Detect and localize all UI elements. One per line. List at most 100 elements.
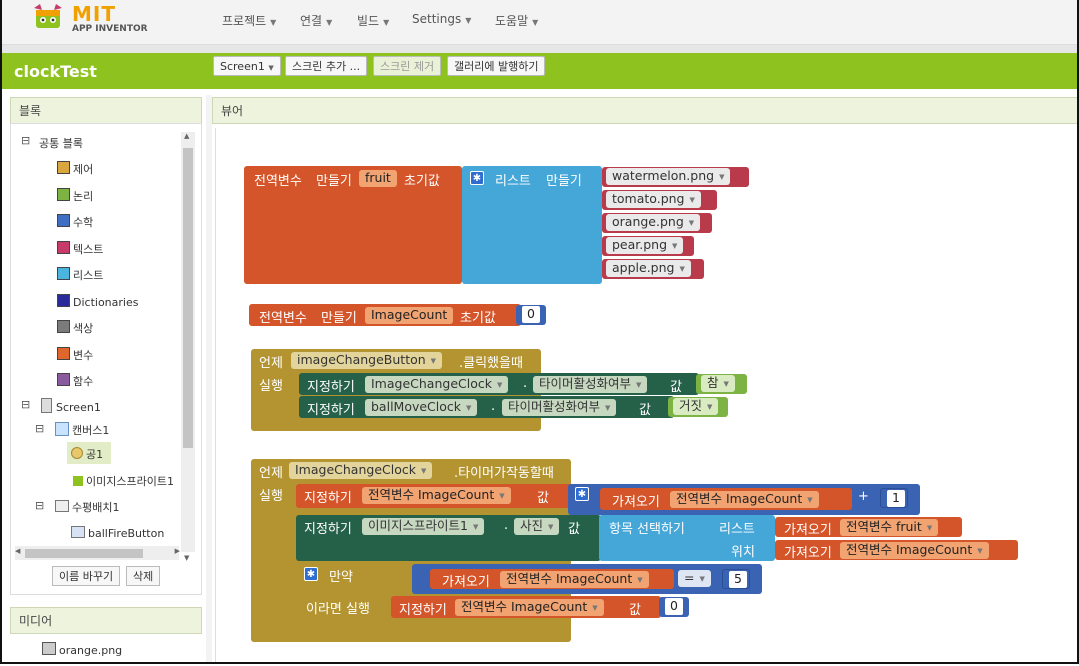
component-select[interactable]: imageChangeButton ▼ [291,352,443,369]
do-label: 실행 [259,489,283,504]
number-value[interactable]: 0 [522,306,540,323]
scroll-down-icon[interactable]: ▼ [184,554,189,562]
text-value[interactable]: orange.png ▼ [606,214,701,231]
tree-item-imagesprite1[interactable]: 이미지스프라이트1 [73,473,174,489]
number-block[interactable]: 0 [659,597,689,617]
number-block[interactable]: 1 [880,488,908,508]
boolean-select[interactable]: 거짓 ▼ [673,398,719,415]
var-name-field[interactable]: ImageCount [365,307,454,324]
collapse-icon[interactable]: ⊟ [21,134,30,147]
get-global-block[interactable]: 가져오기 전역변수 fruit ▼ [775,517,962,538]
menu-connect[interactable]: 연결 ▼ [300,12,332,29]
delete-button[interactable]: 삭제 [126,566,161,586]
var-select[interactable]: 전역변수 ImageCount ▼ [670,491,819,508]
var-select[interactable]: 전역변수 ImageCount ▼ [362,487,511,504]
text-value[interactable]: watermelon.png ▼ [606,168,731,185]
text-block[interactable]: apple.png ▼ [602,259,704,279]
media-item[interactable]: orange.png [42,642,122,657]
text-block[interactable]: tomato.png ▼ [602,190,717,210]
category-item[interactable]: 함수 [57,373,93,389]
get-global-block[interactable]: 가져오기 전역변수 ImageCount ▼ [430,569,674,590]
publish-gallery-button[interactable]: 갤러리에 발행하기 [447,56,546,76]
menu-help[interactable]: 도움말 ▼ [495,12,538,29]
tree-item-ball1[interactable]: 공1 [71,446,103,462]
property-select[interactable]: 타이머활성화여부 ▼ [502,399,617,416]
collapse-icon[interactable]: ⊟ [35,499,44,512]
category-item[interactable]: 수학 [57,214,93,230]
set-sprite-picture-block[interactable]: 지정하기 이미지스프라이트1 ▼ . 사진 ▼ 값 [296,515,601,561]
text-value[interactable]: apple.png ▼ [606,260,691,277]
scrollbar-thumb[interactable] [183,148,193,448]
select-list-item-block[interactable]: 항목 선택하기 리스트 위치 [599,515,775,561]
gear-icon[interactable]: ✱ [470,171,484,185]
tree-item-canvas1[interactable]: 캔버스1 [55,422,109,438]
number-value[interactable]: 0 [665,598,683,615]
category-item[interactable]: 논리 [57,187,93,204]
scroll-up-icon[interactable]: ▲ [184,132,189,140]
component-select[interactable]: ImageChangeClock ▼ [289,462,433,479]
gear-icon[interactable]: ✱ [575,487,589,501]
property-select[interactable]: 타이머활성화여부 ▼ [533,376,648,393]
boolean-select[interactable]: 참 ▼ [701,375,735,392]
make-list-block[interactable]: ✱ 리스트 만들기 [462,166,602,284]
add-screen-button[interactable]: 스크린 추가 ... [285,56,368,76]
number-block[interactable]: 5 [722,569,750,589]
horizontal-scrollbar[interactable]: ◀ ▶ [15,546,180,560]
component-select[interactable]: 이미지스프라이트1 ▼ [362,518,485,535]
category-item[interactable]: 텍스트 [57,240,103,257]
menu-project[interactable]: 프로젝트 ▼ [222,12,276,29]
text-value[interactable]: tomato.png ▼ [606,191,701,208]
tree-item-screen1[interactable]: Screen1 [41,398,101,414]
set-global-block[interactable]: 지정하기 전역변수 ImageCount ▼ 값 [296,484,574,508]
var-name-field[interactable]: fruit [359,170,397,187]
false-block[interactable]: 거짓 ▼ [668,397,728,417]
menu-build[interactable]: 빌드 ▼ [357,12,389,29]
number-value[interactable]: 5 [729,571,747,588]
blocks-workspace[interactable]: 전역변수 만들기 fruit 초기값 ✱ 리스트 만들기 watermelon.… [215,128,1077,662]
true-block[interactable]: 참 ▼ [696,374,747,394]
tree-item-horizontal1[interactable]: 수평배치1 [55,499,119,515]
text-block[interactable]: pear.png ▼ [602,236,694,256]
select-label: 항목 선택하기 [609,522,685,537]
set-global-block[interactable]: 지정하기 전역변수 ImageCount ▼ 값 [391,596,661,618]
var-select[interactable]: 전역변수 ImageCount ▼ [455,599,604,616]
text-value[interactable]: pear.png ▼ [606,237,684,254]
vertical-scrollbar[interactable]: ▲ ▼ [181,132,195,562]
category-item[interactable]: 색상 [57,320,93,336]
scroll-right-icon[interactable]: ▶ [175,547,180,555]
component-select[interactable]: ballMoveClock ▼ [365,399,478,416]
component-select[interactable]: ImageChangeClock ▼ [365,376,509,393]
app-inventor-logo[interactable]: MIT APP INVENTOR [32,2,162,40]
category-item[interactable]: 제어 [57,161,93,177]
screen-select[interactable]: Screen1 ▼ [213,56,281,76]
remove-screen-button[interactable]: 스크린 제거 [373,56,442,76]
number-value[interactable]: 1 [887,490,905,507]
global-var-imagecount-block[interactable]: 전역변수 만들기 ImageCount 초기값 [249,304,521,326]
var-select[interactable]: 전역변수 ImageCount ▼ [840,542,989,559]
tree-item-ballfirebutton[interactable]: ballFireButton [71,526,164,540]
set-timer-enabled-block[interactable]: 지정하기 ImageChangeClock ▼ . 타이머활성화여부 ▼ 값 [299,373,699,395]
operator-select[interactable]: = ▼ [678,570,711,587]
set-timer-enabled-block[interactable]: 지정하기 ballMoveClock ▼ . 타이머활성화여부 ▼ 값 [299,396,674,418]
text-block[interactable]: watermelon.png ▼ [602,167,749,187]
get-global-block[interactable]: 가져오기 전역변수 ImageCount ▼ [775,540,1018,561]
rename-button[interactable]: 이름 바꾸기 [52,566,121,586]
category-item[interactable]: Dictionaries [57,293,138,309]
property-select[interactable]: 사진 ▼ [514,518,560,535]
category-item[interactable]: 변수 [57,346,93,363]
category-item[interactable]: 리스트 [57,267,103,283]
menu-settings[interactable]: Settings ▼ [412,12,471,26]
get-global-block[interactable]: 가져오기 전역변수 ImageCount ▼ [600,488,852,510]
text-block[interactable]: orange.png ▼ [602,213,712,233]
global-var-fruit-block[interactable]: 전역변수 만들기 fruit 초기값 [244,166,462,284]
gear-icon[interactable]: ✱ [304,567,318,581]
scrollbar-thumb[interactable] [25,549,143,558]
var-select[interactable]: 전역변수 fruit ▼ [840,519,939,536]
builtin-blocks-label[interactable]: 공통 블록 [39,135,83,151]
chevron-down-icon: ▼ [926,524,933,532]
scroll-left-icon[interactable]: ◀ [15,547,20,555]
number-block[interactable]: 0 [516,305,546,325]
collapse-icon[interactable]: ⊟ [21,398,30,411]
var-select[interactable]: 전역변수 ImageCount ▼ [500,571,649,588]
collapse-icon[interactable]: ⊟ [35,422,44,435]
